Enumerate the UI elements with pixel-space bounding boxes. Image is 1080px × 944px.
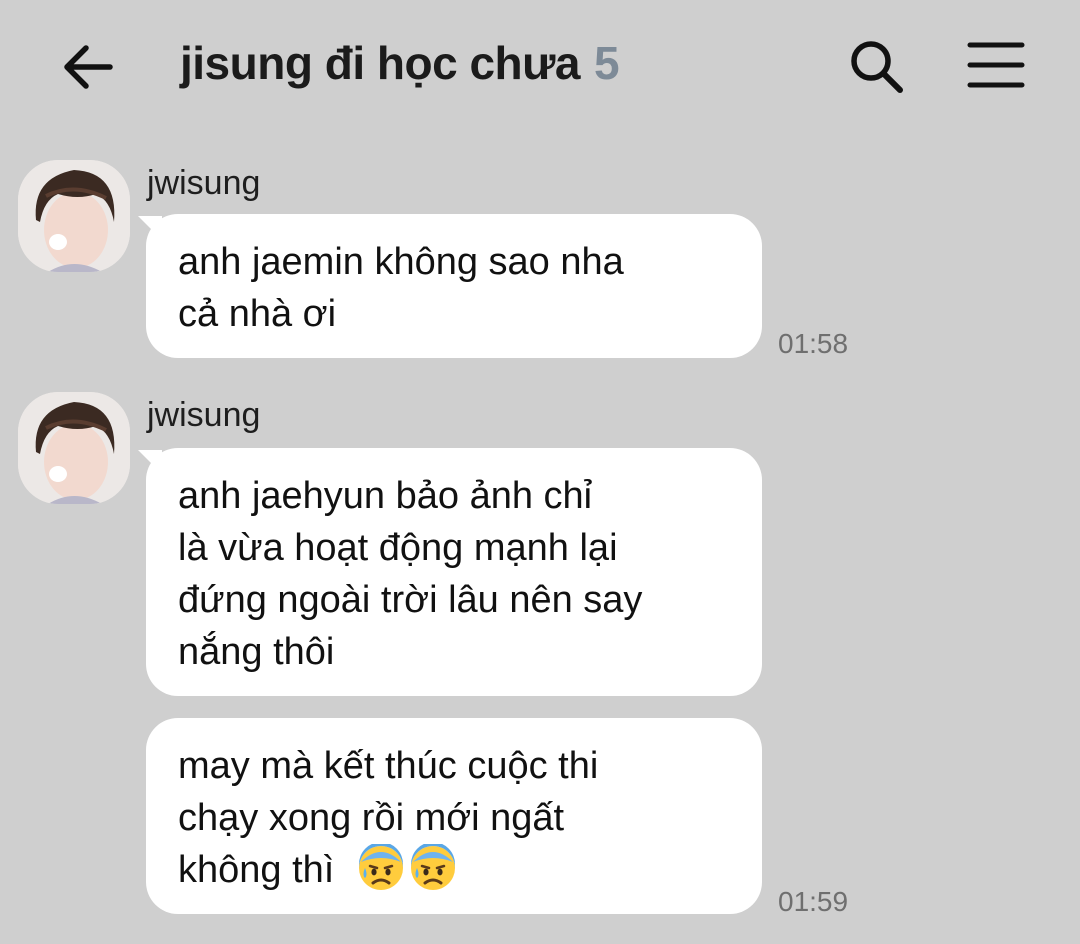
message-bubble[interactable]: anh jaehyun bảo ảnh chỉ là vừa hoạt động… — [146, 448, 762, 696]
sender-name: jwisung — [147, 164, 261, 202]
menu-button[interactable] — [966, 40, 1026, 90]
arrow-left-icon — [64, 45, 113, 89]
back-button[interactable] — [58, 38, 116, 96]
chat-title-text: jisung đi học chưa — [180, 37, 581, 89]
chat-title: jisung đi học chưa 5 — [180, 36, 620, 90]
message-text-line: anh jaehyun bảo ảnh chỉ — [178, 475, 593, 517]
member-count: 5 — [594, 37, 620, 89]
message-text-line: may mà kết thúc cuộc thi — [178, 745, 599, 787]
avatar-photo — [18, 160, 130, 272]
message-text-line: anh jaemin không sao nha — [178, 241, 624, 283]
avatar-photo — [18, 392, 130, 504]
message-bubble[interactable]: may mà kết thúc cuộc thi chạy xong rồi m… — [146, 718, 762, 914]
anxious-face-with-sweat-emoji — [410, 844, 455, 890]
message-timestamp: 01:58 — [778, 328, 849, 359]
message-text-line: đứng ngoài trời lâu nên say — [178, 579, 643, 621]
chat-header: jisung đi học chưa 5 — [0, 0, 1080, 135]
message-text-line: là vừa hoạt động mạnh lại — [178, 527, 618, 569]
anxious-face-with-sweat-emoji — [358, 844, 403, 890]
message-text-line: cả nhà ơi — [178, 293, 337, 335]
hamburger-menu-icon — [967, 42, 1025, 88]
message-text: không thì — [178, 849, 335, 891]
message-text-line: chạy xong rồi mới ngất — [178, 797, 565, 839]
avatar[interactable] — [18, 392, 130, 504]
search-button[interactable] — [846, 36, 906, 96]
message-bubble[interactable]: anh jaemin không sao nha cả nhà ơi — [146, 214, 762, 358]
search-icon — [851, 41, 903, 93]
message-text-line-with-emoji: không thì — [178, 844, 742, 896]
avatar[interactable] — [18, 160, 130, 272]
message-timestamp: 01:59 — [778, 886, 849, 917]
message-text-line: nắng thôi — [178, 631, 335, 673]
sender-name: jwisung — [147, 396, 261, 434]
